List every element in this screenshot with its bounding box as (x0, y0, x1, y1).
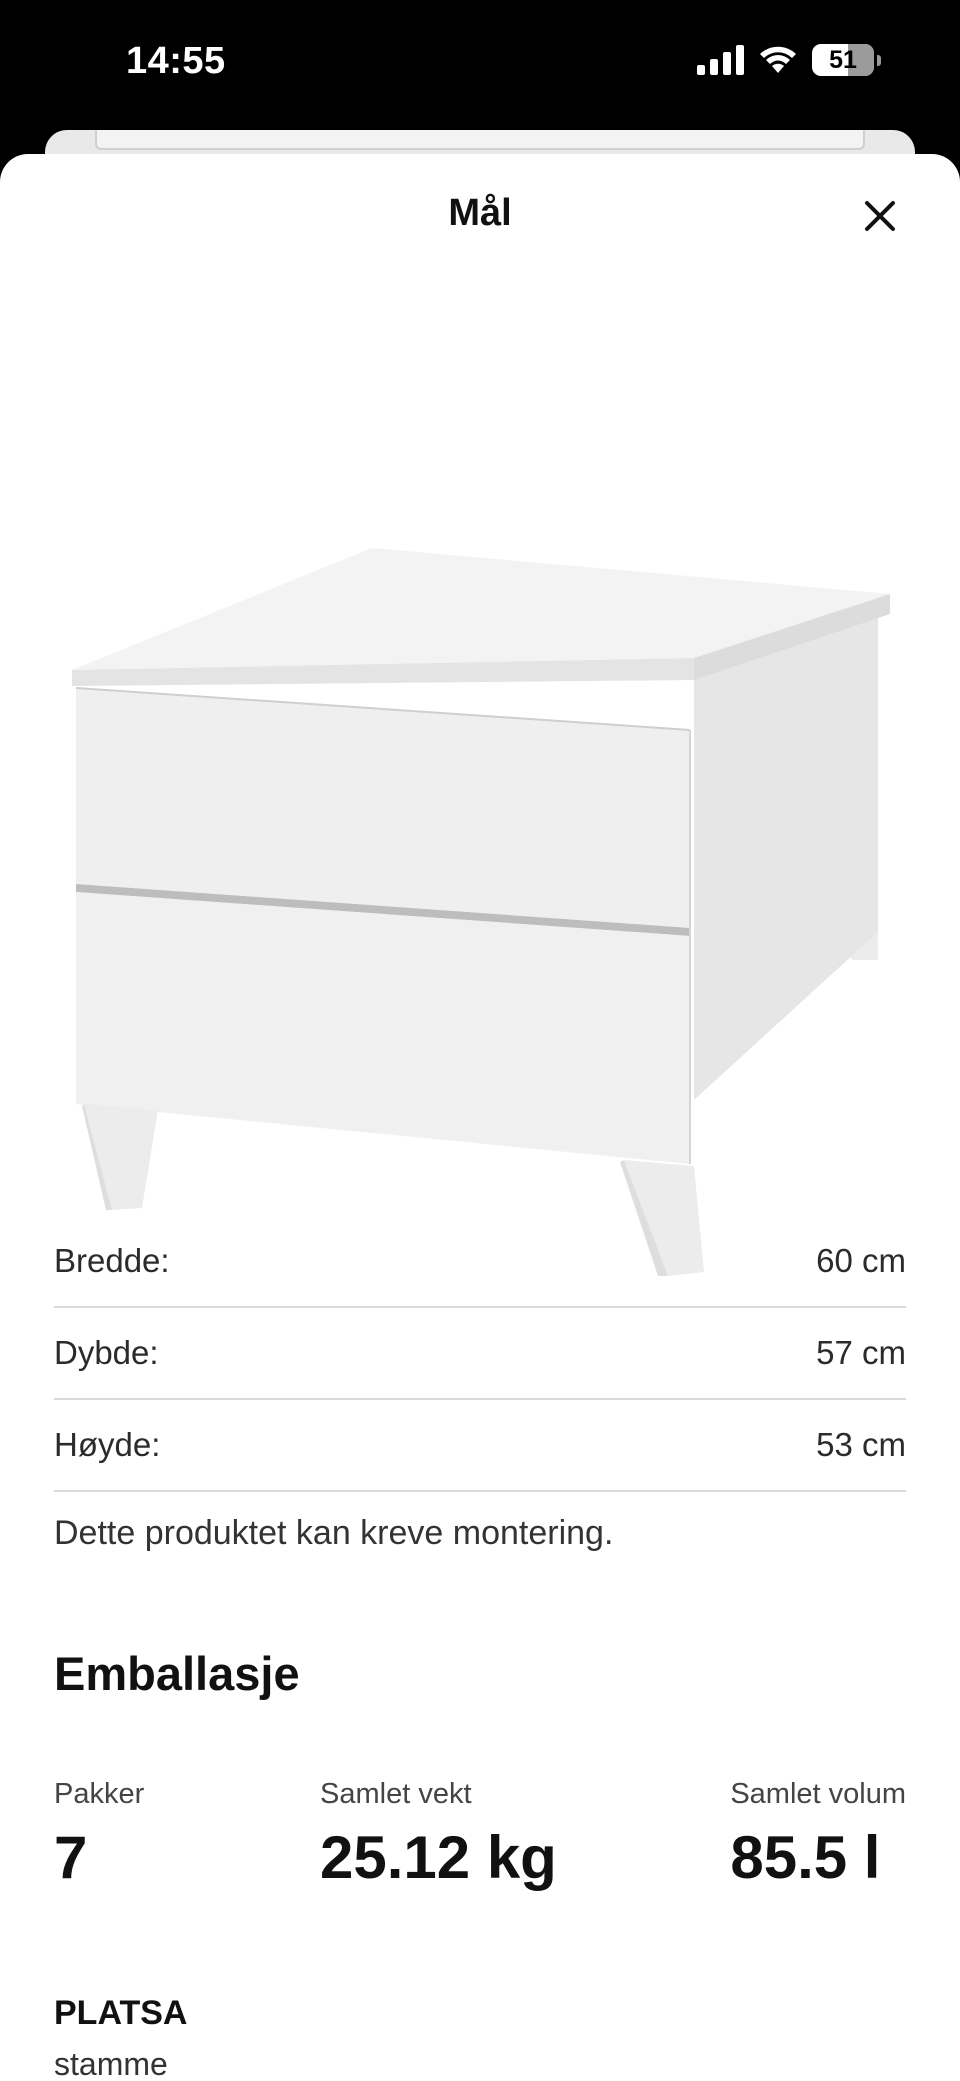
wifi-icon (758, 45, 798, 75)
battery-icon: 51 (812, 44, 881, 76)
dimension-label: Bredde: (54, 1242, 170, 1279)
sheet-title: Mål (448, 192, 512, 234)
packages-value: 7 (54, 1824, 88, 1891)
status-icons: 51 (697, 44, 881, 76)
volume-stat: Samlet volum 85.5 l (730, 1778, 906, 1892)
weight-value: 25.12 kg (320, 1824, 557, 1891)
dimension-label: Dybde: (54, 1334, 159, 1371)
assembly-note: Dette produktet kan kreve montering. (54, 1514, 614, 1552)
dimension-row-height: Høyde: 53 cm (54, 1400, 906, 1492)
packages-label: Pakker (54, 1778, 145, 1810)
battery-level: 51 (829, 45, 857, 74)
close-button[interactable] (858, 194, 902, 238)
product-subtitle: stamme (54, 2046, 168, 2081)
dimension-value: 57 cm (816, 1334, 906, 1371)
dimension-label: Høyde: (54, 1426, 161, 1463)
packaging-stats: Pakker 7 Samlet vekt 25.12 kg Samlet vol… (54, 1778, 906, 1918)
volume-value: 85.5 l (730, 1824, 881, 1891)
packages-stat: Pakker 7 (54, 1778, 144, 1892)
status-bar: 14:55 51 (0, 0, 960, 130)
dimensions-sheet: Mål Bredde: 60 cm Dybde: 57 cm Høyde: 53… (0, 154, 960, 2081)
weight-label: Samlet vekt (320, 1778, 472, 1810)
cellular-signal-icon (697, 45, 744, 75)
product-name: PLATSA (54, 1994, 188, 2032)
dimension-value: 53 cm (816, 1426, 906, 1463)
sheet-header: Mål (0, 154, 960, 280)
weight-stat: Samlet vekt 25.12 kg (320, 1778, 557, 1892)
dimensions-list: Bredde: 60 cm Dybde: 57 cm Høyde: 53 cm (54, 1216, 906, 1492)
drawer-chest-image (72, 548, 890, 1276)
dimension-row-width: Bredde: 60 cm (54, 1216, 906, 1308)
dimension-value: 60 cm (816, 1242, 906, 1279)
volume-label: Samlet volum (730, 1778, 906, 1810)
status-time: 14:55 (126, 40, 226, 82)
dimension-row-depth: Dybde: 57 cm (54, 1308, 906, 1400)
close-icon (865, 201, 895, 231)
packaging-title: Emballasje (54, 1647, 300, 1700)
